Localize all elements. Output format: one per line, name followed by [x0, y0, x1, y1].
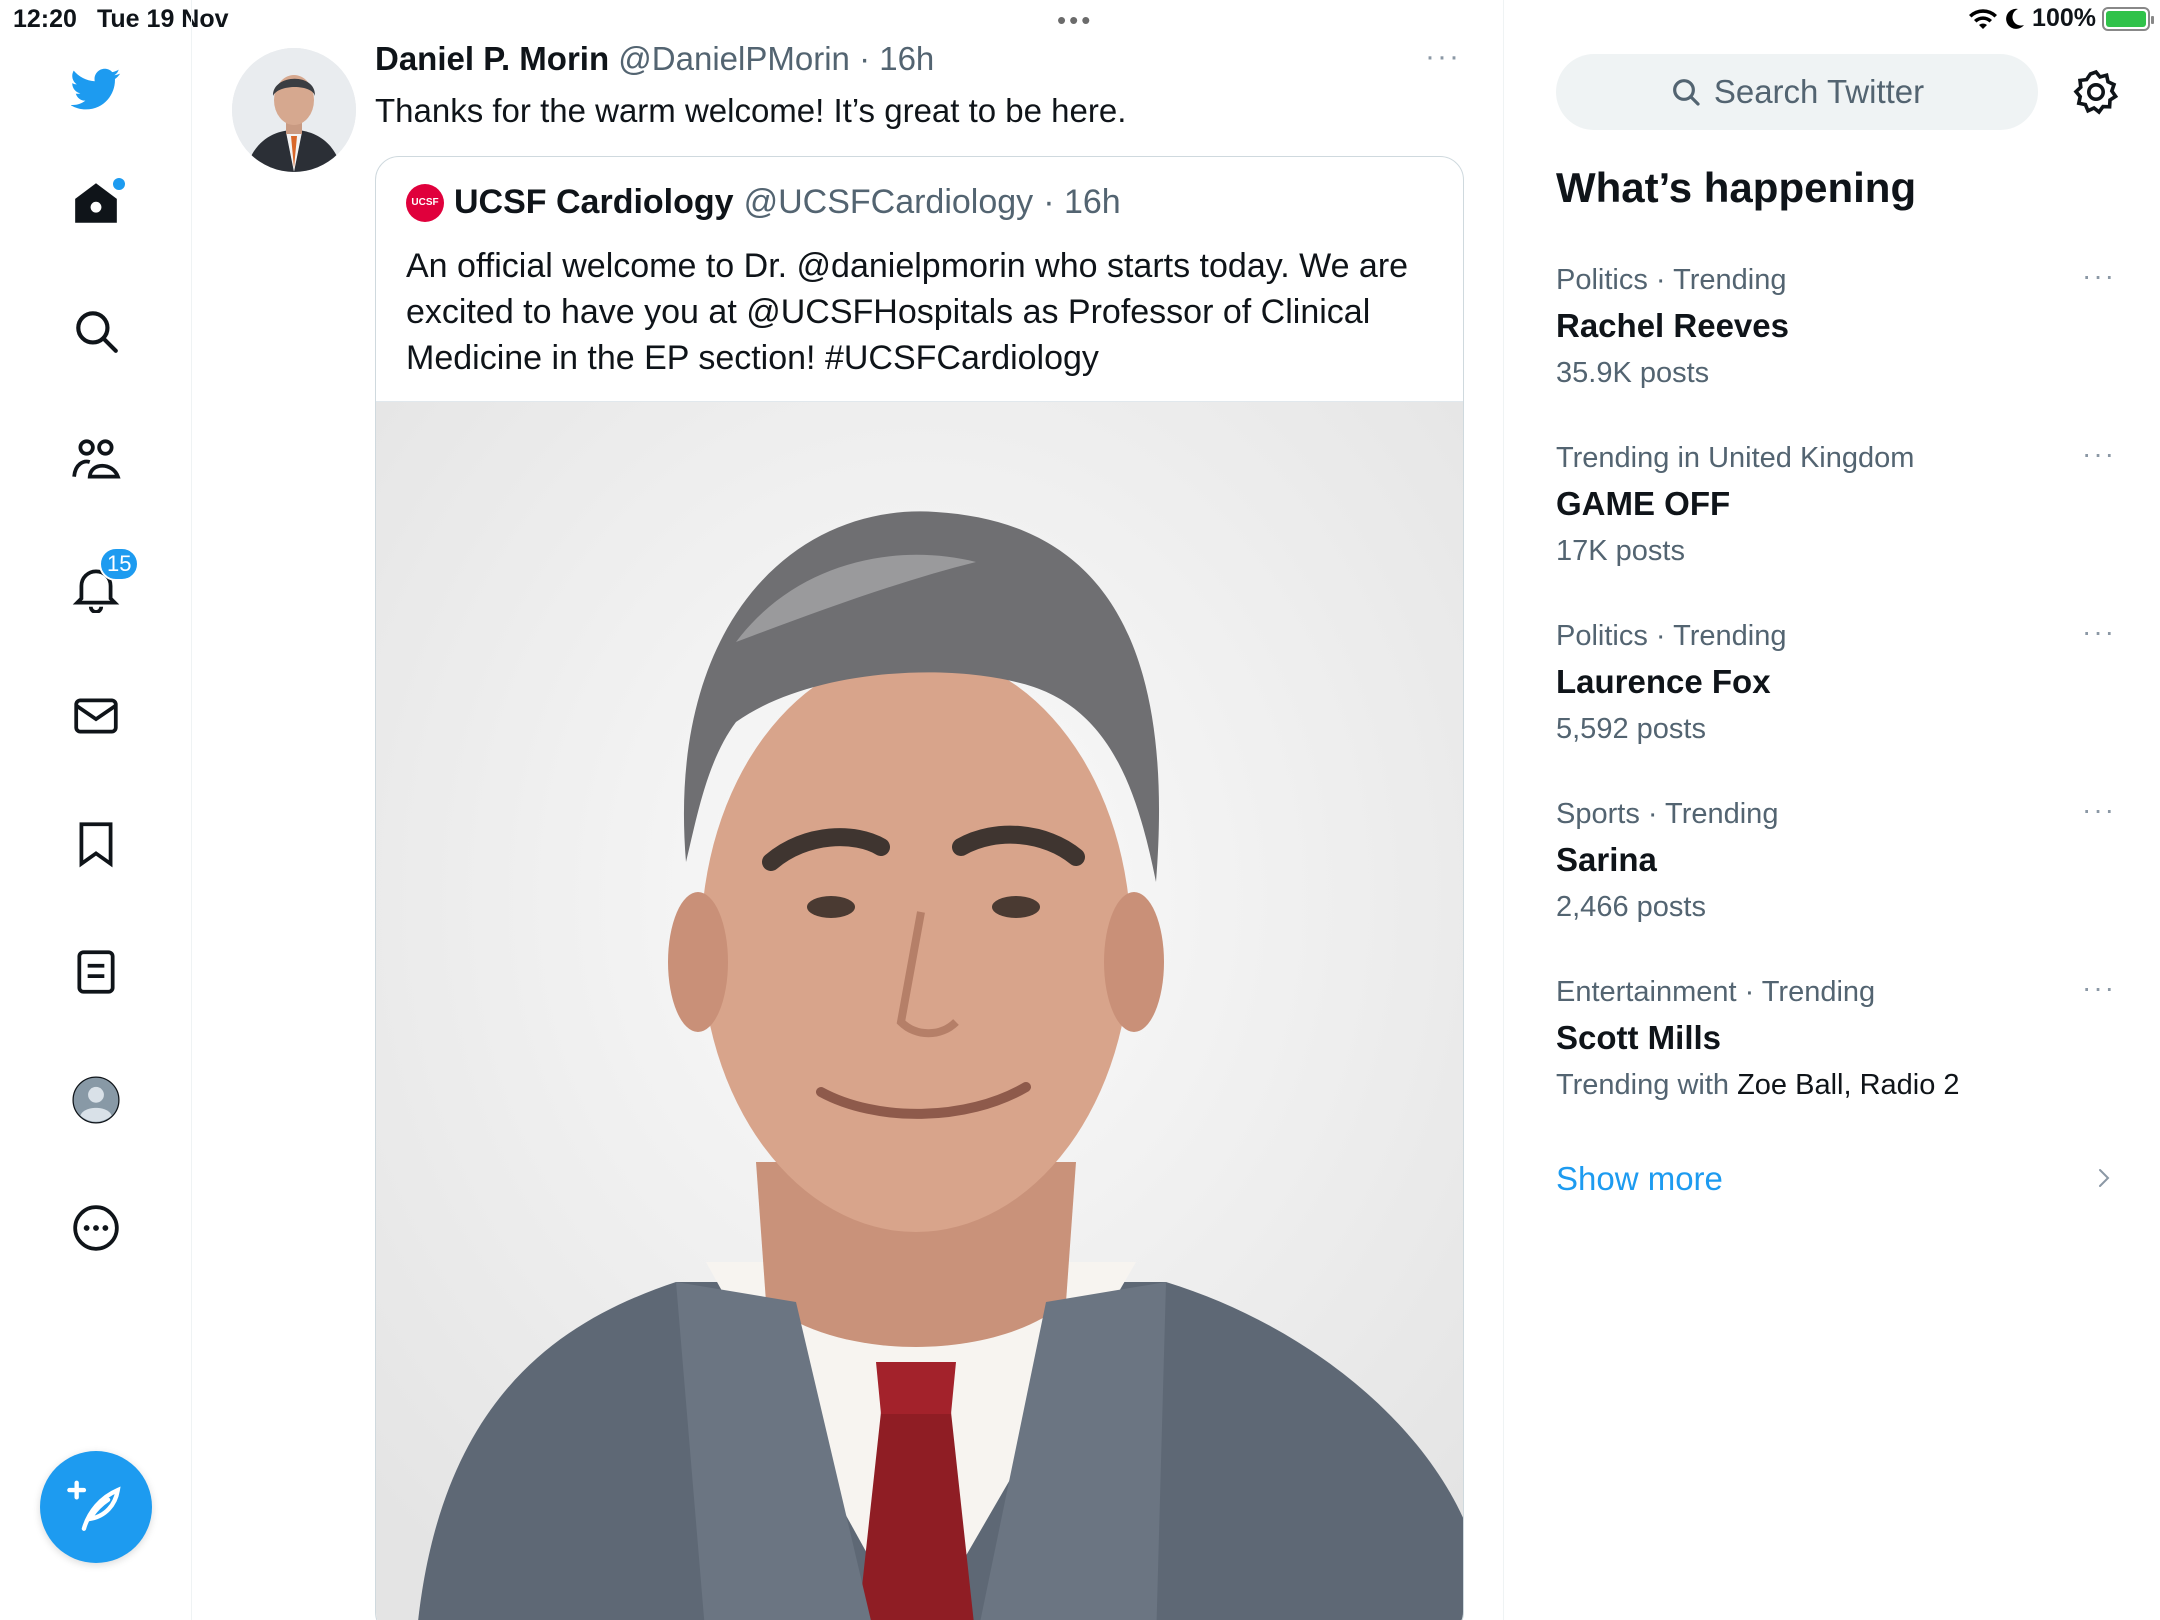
- search-icon: [1672, 79, 1700, 106]
- trend-count: 17K posts: [1556, 535, 1685, 567]
- communities-icon[interactable]: [63, 427, 129, 493]
- more-icon[interactable]: [63, 1195, 129, 1261]
- tweet-author-handle[interactable]: @DanielPMorin: [618, 40, 850, 77]
- trend-count-prefix: Trending with: [1556, 1069, 1738, 1101]
- trend-meta: Politics · Trending: [1556, 620, 1787, 652]
- trend-title: GAME OFF: [1556, 485, 1731, 522]
- trend-more-icon[interactable]: ···: [2082, 260, 2116, 292]
- tweet-text: Thanks for the warm welcome! It’s great …: [375, 92, 1127, 129]
- quote-author-name[interactable]: UCSF Cardiology: [454, 183, 734, 222]
- quote-photo[interactable]: [376, 401, 1463, 1620]
- trend-meta: Sports · Trending: [1556, 798, 1779, 830]
- trend-count: 5,592 posts: [1556, 713, 1706, 745]
- tweet-author-name[interactable]: Daniel P. Morin: [375, 40, 609, 77]
- ucsf-logo-icon: UCSF: [406, 183, 444, 222]
- whats-happening-heading: What’s happening: [1556, 164, 1917, 211]
- trend-more-icon[interactable]: ···: [2082, 616, 2116, 648]
- chevron-right-icon[interactable]: [2092, 1166, 2116, 1190]
- trend-title: Laurence Fox: [1556, 663, 1771, 700]
- trend-count: 2,466 posts: [1556, 891, 1706, 923]
- quote-header: UCSF UCSF Cardiology @UCSFCardiology · 1…: [406, 183, 1121, 222]
- search-input[interactable]: Search Twitter: [1556, 54, 2038, 130]
- trend-count: Trending with Zoe Ball, Radio 2: [1556, 1069, 2116, 1102]
- trend-more-icon[interactable]: ···: [2082, 972, 2116, 1004]
- trend-item[interactable]: Sports · Trending Sarina 2,466 posts ···: [1556, 794, 2116, 924]
- profile-icon[interactable]: [63, 1067, 129, 1133]
- trend-meta: Trending in United Kingdom: [1556, 442, 1915, 474]
- home-icon[interactable]: [63, 170, 129, 236]
- gear-icon[interactable]: [2072, 68, 2120, 116]
- bell-icon[interactable]: 15: [63, 547, 140, 621]
- quoted-tweet[interactable]: UCSF UCSF Cardiology @UCSFCardiology · 1…: [375, 156, 1464, 1620]
- right-sidebar: Search Twitter What’s happening Politics…: [1504, 0, 2160, 1620]
- avatar[interactable]: [232, 48, 356, 172]
- bookmark-icon[interactable]: [63, 811, 129, 877]
- search-placeholder: Search Twitter: [1713, 73, 1925, 110]
- feather-plus-icon: [67, 1480, 121, 1531]
- trend-item[interactable]: Politics · Trending Rachel Reeves 35.9K …: [1556, 260, 2116, 390]
- trend-item[interactable]: Entertainment · Trending Scott Mills Tre…: [1556, 972, 2116, 1102]
- quote-author-handle[interactable]: @UCSFCardiology: [744, 183, 1034, 222]
- trend-count: 35.9K posts: [1556, 357, 1710, 389]
- trend-title: Scott Mills: [1556, 1019, 1722, 1056]
- tweet-header: Daniel P. Morin @DanielPMorin · 16h: [375, 40, 934, 78]
- list-icon[interactable]: [63, 939, 129, 1005]
- quote-time[interactable]: · 16h: [1043, 183, 1121, 222]
- trend-meta: Entertainment · Trending: [1556, 976, 1876, 1008]
- tweet-more-icon[interactable]: ···: [1425, 40, 1461, 74]
- left-nav: 15: [0, 0, 192, 1620]
- mail-icon[interactable]: [63, 683, 129, 749]
- notifications-badge: 15: [99, 547, 140, 581]
- trend-more-icon[interactable]: ···: [2082, 794, 2116, 826]
- trend-more-icon[interactable]: ···: [2082, 438, 2116, 470]
- trend-related[interactable]: Zoe Ball, Radio 2: [1737, 1069, 1959, 1101]
- home-unread-dot: [113, 178, 125, 190]
- search-icon[interactable]: [63, 298, 129, 364]
- trend-title: Sarina: [1556, 841, 1657, 878]
- trend-item[interactable]: Trending in United Kingdom GAME OFF 17K …: [1556, 438, 2116, 568]
- compose-tweet-button[interactable]: [40, 1451, 152, 1563]
- twitter-logo-icon[interactable]: [63, 56, 129, 122]
- timeline: Daniel P. Morin @DanielPMorin · 16h ··· …: [192, 0, 1504, 1620]
- tweet-time[interactable]: · 16h: [859, 40, 934, 77]
- show-more-link[interactable]: Show more: [1556, 1160, 1723, 1198]
- trend-title: Rachel Reeves: [1556, 307, 1789, 344]
- trend-item[interactable]: Politics · Trending Laurence Fox 5,592 p…: [1556, 616, 2116, 746]
- quote-text: An official welcome to Dr. @danielpmorin…: [406, 247, 1409, 377]
- trend-meta: Politics · Trending: [1556, 264, 1787, 296]
